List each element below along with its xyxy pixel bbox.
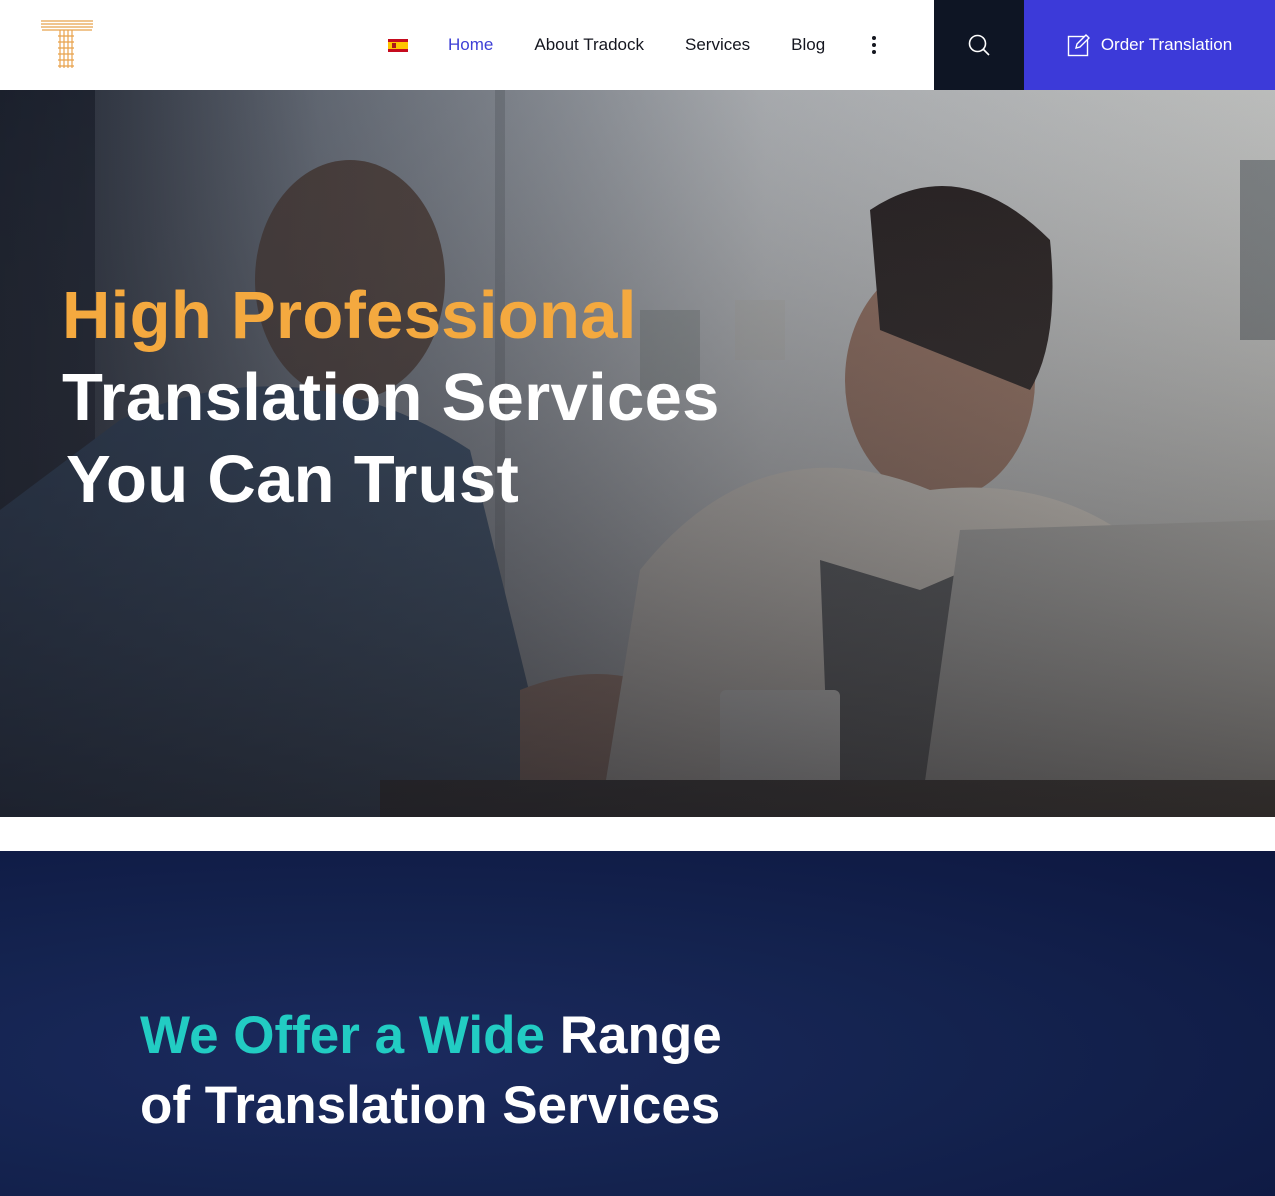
nav-blog[interactable]: Blog	[791, 35, 825, 55]
hero-heading-accent: High Professional	[62, 278, 637, 353]
edit-icon	[1067, 34, 1090, 57]
order-translation-button[interactable]: Order Translation	[1024, 0, 1275, 90]
services-heading-rest: Range	[559, 1006, 722, 1065]
nav-services[interactable]: Services	[685, 35, 750, 55]
section-spacer	[0, 817, 1275, 851]
site-header: Home About Tradock Services Blog Order T…	[0, 0, 1275, 90]
hero-heading-line-2: Translation Services	[62, 360, 720, 435]
services-section: We Offer a Wide Range of Translation Ser…	[0, 851, 1275, 1196]
hero-banner: High Professional Translation Services Y…	[0, 90, 1275, 817]
services-heading: We Offer a Wide Range of Translation Ser…	[140, 1001, 722, 1141]
services-heading-line-2: of Translation Services	[140, 1076, 721, 1135]
nav-about-tradock[interactable]: About Tradock	[534, 35, 644, 55]
search-button[interactable]	[934, 0, 1024, 90]
tradock-logo-icon[interactable]	[38, 16, 96, 70]
main-nav: Home About Tradock Services Blog	[388, 0, 884, 90]
vertical-dots-icon[interactable]	[864, 35, 884, 55]
hero-heading: High Professional Translation Services Y…	[62, 275, 720, 521]
search-icon	[968, 34, 990, 56]
hero-heading-line-3: You Can Trust	[66, 442, 520, 517]
order-translation-label: Order Translation	[1100, 35, 1233, 54]
services-heading-accent: We Offer a Wide	[140, 1006, 545, 1065]
nav-home[interactable]: Home	[448, 35, 493, 55]
spain-flag-icon[interactable]	[388, 38, 408, 52]
